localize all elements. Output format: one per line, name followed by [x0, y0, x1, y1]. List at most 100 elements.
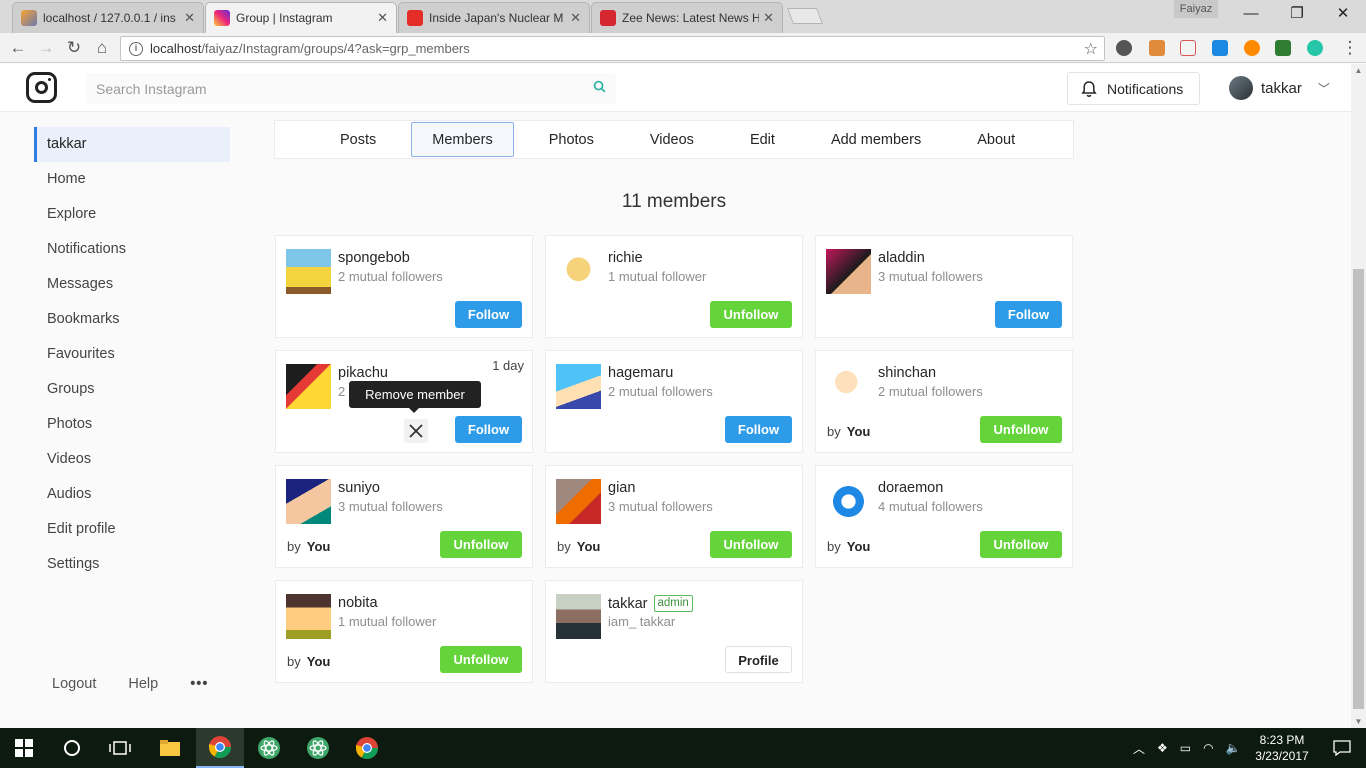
- reload-icon[interactable]: ↻: [62, 36, 86, 60]
- tab-photos[interactable]: Photos: [528, 122, 615, 157]
- close-tab-icon[interactable]: ✕: [570, 10, 581, 26]
- member-avatar[interactable]: [556, 364, 601, 409]
- wifi-icon[interactable]: ◠: [1203, 741, 1213, 755]
- tab-edit[interactable]: Edit: [729, 122, 796, 157]
- sidebar-item-favourites[interactable]: Favourites: [34, 337, 230, 372]
- member-avatar[interactable]: [826, 479, 871, 524]
- search-input[interactable]: [96, 80, 566, 97]
- follow-button[interactable]: Follow: [725, 416, 792, 443]
- member-name[interactable]: pikachu: [338, 365, 388, 381]
- minimize-icon[interactable]: —: [1228, 0, 1274, 28]
- address-bar[interactable]: i localhost/faiyaz/Instagram/groups/4?as…: [120, 36, 1105, 61]
- member-name[interactable]: richie: [608, 250, 643, 266]
- battery-icon[interactable]: ▭: [1180, 741, 1191, 755]
- windows-start-icon[interactable]: [0, 728, 48, 768]
- sidebar-item-notifications[interactable]: Notifications: [34, 232, 230, 267]
- help-link[interactable]: Help: [128, 676, 158, 692]
- dropbox-icon[interactable]: ❖: [1157, 741, 1168, 755]
- member-avatar[interactable]: [286, 364, 331, 409]
- browser-tab-youtube[interactable]: Inside Japan's Nuclear M ✕: [398, 2, 590, 33]
- unfollow-button[interactable]: Unfollow: [440, 646, 522, 673]
- tab-about[interactable]: About: [956, 122, 1036, 157]
- download-icon[interactable]: [1212, 40, 1228, 56]
- settings-gear-icon[interactable]: [1116, 40, 1132, 56]
- unfollow-button[interactable]: Unfollow: [710, 531, 792, 558]
- sidebar-item-settings[interactable]: Settings: [34, 547, 230, 582]
- close-tab-icon[interactable]: ✕: [763, 10, 774, 26]
- restore-icon[interactable]: ❐: [1274, 0, 1320, 28]
- notifications-button[interactable]: Notifications: [1067, 72, 1200, 105]
- member-avatar[interactable]: [826, 364, 871, 409]
- profile-button[interactable]: Profile: [725, 646, 792, 673]
- member-name[interactable]: hagemaru: [608, 365, 673, 381]
- member-avatar[interactable]: [556, 479, 601, 524]
- member-avatar[interactable]: [286, 249, 331, 294]
- browser-profile-badge[interactable]: Faiyaz: [1174, 0, 1218, 18]
- member-name[interactable]: shinchan: [878, 365, 936, 381]
- chrome-taskbar-icon[interactable]: [343, 728, 391, 768]
- action-center-icon[interactable]: [1318, 728, 1366, 768]
- chrome-taskbar-icon[interactable]: [196, 728, 244, 768]
- home-icon[interactable]: ⌂: [90, 36, 114, 60]
- chrome-menu-icon[interactable]: ⋮: [1338, 36, 1362, 60]
- new-tab-button[interactable]: [787, 8, 823, 24]
- atom-editor-icon[interactable]: [245, 728, 293, 768]
- added-by-user[interactable]: You: [307, 539, 331, 554]
- member-name[interactable]: gian: [608, 480, 635, 496]
- follow-button[interactable]: Follow: [455, 416, 522, 443]
- sidebar-item-groups[interactable]: Groups: [34, 372, 230, 407]
- sidebar-item-explore[interactable]: Explore: [34, 197, 230, 232]
- added-by-user[interactable]: You: [577, 539, 601, 554]
- tab-videos[interactable]: Videos: [629, 122, 715, 157]
- unfollow-button[interactable]: Unfollow: [980, 416, 1062, 443]
- member-name[interactable]: aladdin: [878, 250, 925, 266]
- browser-tab-zeenews[interactable]: Zee News: Latest News H ✕: [591, 2, 783, 33]
- more-options-icon[interactable]: •••: [190, 676, 208, 692]
- taskbar-clock[interactable]: 8:23 PM 3/23/2017: [1247, 732, 1317, 764]
- browser-tab-phpmyadmin[interactable]: localhost / 127.0.0.1 / ins ✕: [12, 2, 204, 33]
- atom-editor-icon[interactable]: [294, 728, 342, 768]
- scroll-up-icon[interactable]: ▲: [1354, 66, 1363, 75]
- member-avatar[interactable]: [556, 249, 601, 294]
- site-info-icon[interactable]: i: [129, 41, 143, 56]
- user-menu[interactable]: takkar ﹀: [1229, 75, 1330, 101]
- back-arrow-icon[interactable]: ←: [6, 36, 30, 60]
- member-name[interactable]: suniyo: [338, 480, 380, 496]
- follow-button[interactable]: Follow: [995, 301, 1062, 328]
- scrollbar-thumb[interactable]: [1353, 269, 1364, 709]
- member-avatar[interactable]: [826, 249, 871, 294]
- sidebar-item-profile[interactable]: takkar: [34, 127, 230, 162]
- sidebar-item-bookmarks[interactable]: Bookmarks: [34, 302, 230, 337]
- member-name[interactable]: spongebob: [338, 250, 410, 266]
- extension-icon[interactable]: [1275, 40, 1291, 56]
- member-name[interactable]: nobita: [338, 595, 378, 611]
- member-avatar[interactable]: [286, 594, 331, 639]
- tab-posts[interactable]: Posts: [319, 122, 397, 157]
- browser-tab-instagram[interactable]: Group | Instagram ✕: [205, 2, 397, 33]
- tab-add-members[interactable]: Add members: [810, 122, 942, 157]
- close-tab-icon[interactable]: ✕: [184, 10, 195, 26]
- sidebar-item-audios[interactable]: Audios: [34, 477, 230, 512]
- show-hidden-icons-icon[interactable]: ︿: [1133, 740, 1145, 757]
- close-tab-icon[interactable]: ✕: [377, 10, 388, 26]
- instagram-logo-icon[interactable]: [26, 72, 57, 103]
- sidebar-item-messages[interactable]: Messages: [34, 267, 230, 302]
- forward-arrow-icon[interactable]: →: [34, 36, 58, 60]
- sidebar-item-photos[interactable]: Photos: [34, 407, 230, 442]
- sidebar-item-home[interactable]: Home: [34, 162, 230, 197]
- page-scrollbar[interactable]: ▲ ▼: [1351, 64, 1366, 728]
- unfollow-button[interactable]: Unfollow: [980, 531, 1062, 558]
- close-window-icon[interactable]: ✕: [1320, 0, 1366, 28]
- extension-icon[interactable]: [1307, 40, 1323, 56]
- member-avatar[interactable]: [286, 479, 331, 524]
- admin-name[interactable]: takkar: [608, 596, 648, 612]
- added-by-user[interactable]: You: [847, 424, 871, 439]
- search-icon[interactable]: [593, 80, 606, 93]
- added-by-user[interactable]: You: [847, 539, 871, 554]
- file-explorer-icon[interactable]: [146, 728, 194, 768]
- cortana-search-icon[interactable]: [48, 728, 96, 768]
- scroll-down-icon[interactable]: ▼: [1354, 717, 1363, 726]
- follow-button[interactable]: Follow: [455, 301, 522, 328]
- remove-member-icon[interactable]: [404, 419, 428, 443]
- tab-members[interactable]: Members: [411, 122, 514, 157]
